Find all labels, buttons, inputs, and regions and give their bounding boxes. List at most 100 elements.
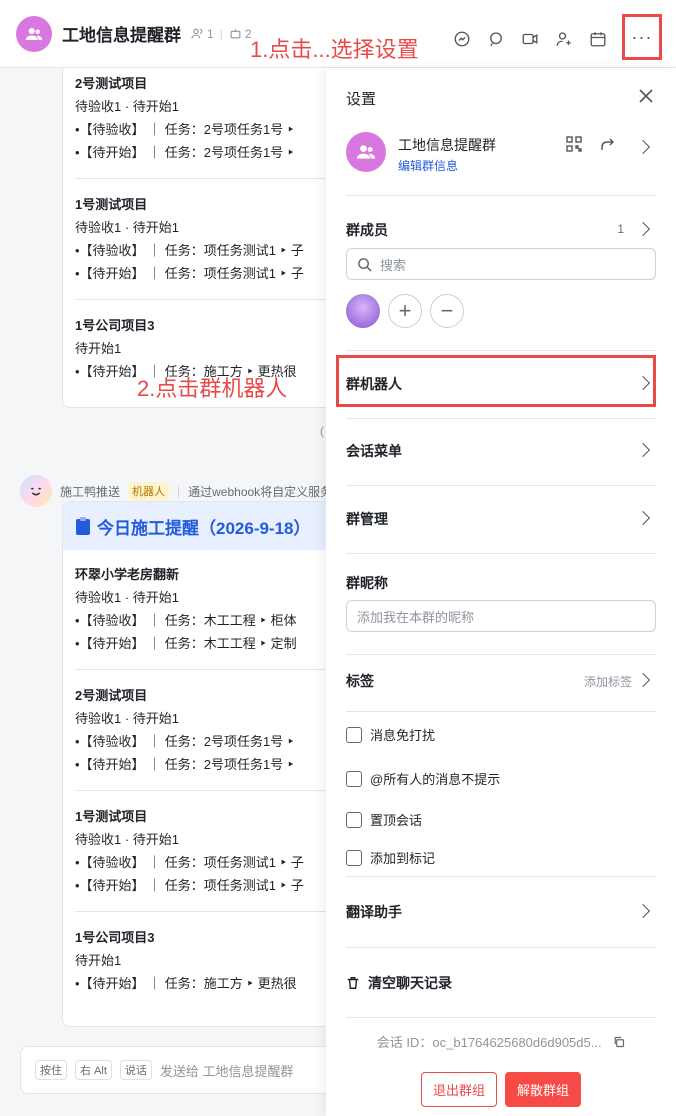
member-count-value: 1 — [207, 26, 214, 41]
option-checkbox-row[interactable]: @所有人的消息不提示 — [346, 769, 656, 788]
clear-history-button[interactable]: 清空聊天记录 — [346, 973, 656, 993]
remove-member-button[interactable]: − — [430, 294, 464, 328]
bot-description: 通过webhook将自定义服务的 — [188, 484, 345, 499]
members-icon — [191, 28, 203, 39]
translate-label: 翻译助手 — [346, 904, 402, 920]
session-menu-label: 会话菜单 — [346, 443, 402, 459]
divider — [346, 195, 656, 196]
group-avatar[interactable] — [16, 15, 52, 52]
group-manage-label: 群管理 — [346, 511, 388, 527]
edit-group-info-link[interactable]: 编辑群信息 — [398, 157, 458, 174]
group-robot-label: 群机器人 — [346, 376, 402, 392]
option-label: 置顶会话 — [370, 813, 423, 828]
settings-title: 设置 — [346, 91, 377, 108]
option-label: 添加到标记 — [370, 851, 436, 866]
add-tag-link[interactable]: 添加标签 — [584, 673, 632, 690]
tags-row[interactable]: 标签 添加标签 — [346, 671, 656, 691]
search-chat-icon[interactable] — [486, 29, 506, 49]
checkbox[interactable] — [346, 849, 362, 866]
share-icon[interactable] — [600, 136, 616, 157]
qrcode-icon[interactable] — [566, 136, 582, 157]
annotation-step1: 1.点击...选择设置 — [250, 37, 419, 62]
divider — [346, 876, 656, 877]
session-menu-row[interactable]: 会话菜单 — [346, 441, 656, 461]
option-label: @所有人的消息不提示 — [370, 772, 501, 787]
settings-group-name: 工地信息提醒群 — [398, 137, 496, 153]
add-member-icon[interactable] — [554, 29, 574, 49]
tags-label: 标签 — [346, 673, 374, 689]
group-icon — [25, 27, 43, 40]
divider — [346, 654, 656, 655]
bottom-actions: 退出群组 解散群组 — [346, 1072, 656, 1107]
close-icon[interactable] — [638, 88, 654, 104]
group-manage-row[interactable]: 群管理 — [346, 509, 656, 529]
trash-icon — [347, 977, 359, 989]
settings-panel: 设置 工地信息提醒群 编辑群信息 群成员 1 搜索 + − 群机器人 会话菜单 … — [326, 68, 676, 1116]
option-label: 消息免打扰 — [370, 728, 436, 743]
nickname-placeholder: 添加我在本群的昵称 — [357, 609, 475, 625]
smiley-icon — [30, 487, 42, 496]
checkbox[interactable] — [346, 811, 362, 828]
topic-icon[interactable] — [452, 29, 472, 49]
member-count[interactable]: 1 | 2 — [191, 27, 252, 41]
clipboard-icon — [76, 517, 90, 535]
divider — [346, 947, 656, 948]
session-id-row: 会话 ID：oc_b1764625680d6d905d5... — [346, 1032, 656, 1051]
group-icon — [356, 145, 376, 159]
nickname-input[interactable]: 添加我在本群的昵称 — [346, 600, 656, 632]
checkbox[interactable] — [346, 770, 362, 787]
member-search-placeholder: 搜索 — [380, 257, 407, 273]
settings-group-avatar[interactable] — [346, 132, 386, 172]
member-avatars: + − — [346, 294, 656, 328]
calendar-icon[interactable] — [588, 29, 608, 49]
divider — [346, 711, 656, 712]
member-avatar[interactable] — [346, 294, 380, 328]
bot-avatar[interactable] — [20, 475, 52, 507]
option-checkbox-row[interactable]: 添加到标记 — [346, 848, 656, 867]
group-robot-row[interactable]: 群机器人 — [346, 374, 656, 394]
message-composer[interactable]: 按住 右 Alt 说话 发送给 工地信息提醒群 — [20, 1046, 350, 1094]
divider — [346, 350, 656, 351]
card-title: 今日施工提醒（2026-9-18） — [97, 518, 311, 538]
bot-tag: 机器人 — [128, 482, 170, 500]
copy-icon[interactable] — [613, 1036, 625, 1051]
members-count: 1 — [617, 222, 624, 236]
dissolve-group-button[interactable]: 解散群组 — [505, 1072, 582, 1107]
tags-chevron-icon[interactable] — [635, 672, 651, 688]
session-id: 会话 ID：oc_b1764625680d6d905d5... — [376, 1035, 602, 1050]
search-icon — [358, 257, 372, 272]
hint-key-speak: 说话 — [119, 1060, 152, 1080]
annotation-step2: 2.点击群机器人 — [137, 376, 288, 401]
group-info-row[interactable]: 工地信息提醒群 编辑群信息 — [346, 132, 656, 174]
checkbox[interactable] — [346, 726, 362, 743]
more-options-button[interactable]: ··· — [622, 14, 662, 60]
hint-key-hold: 按住 — [35, 1060, 67, 1080]
divider — [346, 485, 656, 486]
clear-history-label: 清空聊天记录 — [368, 975, 452, 991]
header-toolbar: ··· — [452, 14, 662, 60]
composer-placeholder: 发送给 工地信息提醒群 — [159, 1063, 294, 1079]
members-row[interactable]: 群成员 1 — [346, 220, 656, 240]
members-label: 群成员 — [346, 222, 388, 238]
bot-name[interactable]: 施工鸭推送 — [60, 483, 120, 500]
option-checkbox-row[interactable]: 消息免打扰 — [346, 725, 656, 744]
divider — [346, 553, 656, 554]
exit-group-button[interactable]: 退出群组 — [420, 1072, 497, 1107]
translate-row[interactable]: 翻译助手 — [346, 902, 656, 922]
video-call-icon[interactable] — [520, 29, 540, 49]
translate-chevron-icon[interactable] — [635, 903, 651, 919]
member-search-input[interactable]: 搜索 — [346, 248, 656, 280]
group-robot-chevron-icon[interactable] — [635, 375, 651, 391]
divider — [346, 1017, 656, 1018]
members-chevron-icon[interactable] — [635, 221, 651, 237]
group-manage-chevron-icon[interactable] — [635, 510, 651, 526]
session-menu-chevron-icon[interactable] — [635, 442, 651, 458]
nickname-label: 群昵称 — [346, 573, 656, 593]
group-info-chevron-icon[interactable] — [635, 139, 651, 155]
add-member-button[interactable]: + — [388, 294, 422, 328]
option-checkbox-row[interactable]: 置顶会话 — [346, 810, 656, 829]
timestamp-fragment: ( — [320, 424, 324, 438]
bot-icon — [230, 29, 241, 39]
hint-key-alt: 右 Alt — [75, 1060, 112, 1080]
divider — [346, 418, 656, 419]
